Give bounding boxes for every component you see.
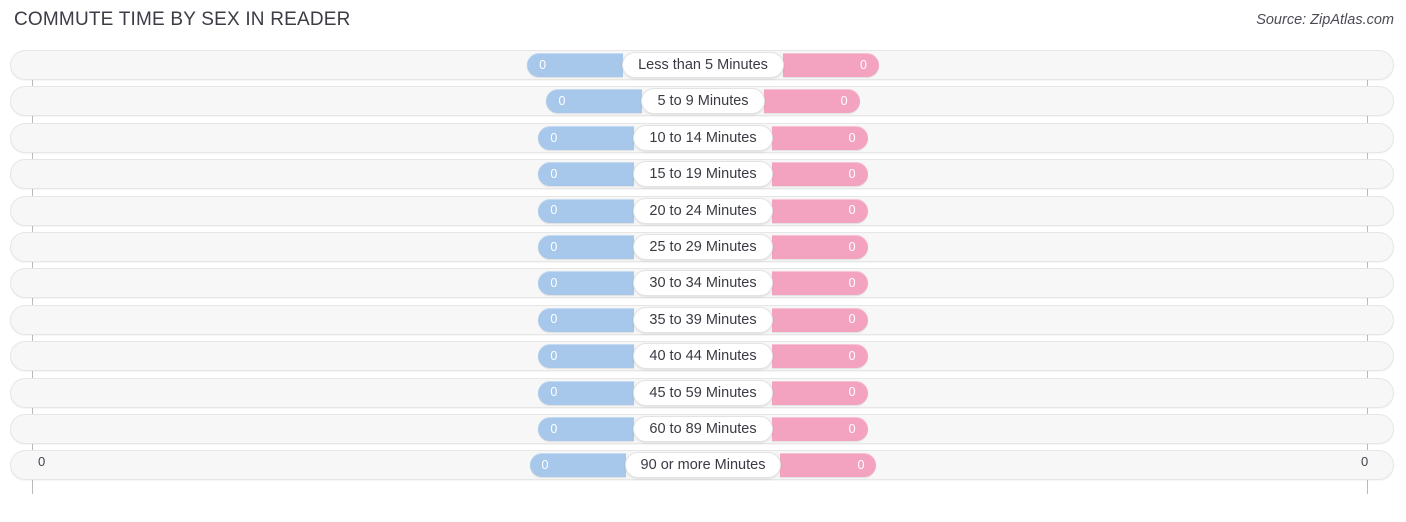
bar-male[interactable]: 0 <box>538 234 635 259</box>
bar-male[interactable]: 0 <box>538 162 635 187</box>
bar-row: 0 20 to 24 Minutes 0 <box>0 195 1406 226</box>
bar-value-male: 0 <box>550 166 558 181</box>
bar-value-female: 0 <box>848 385 856 400</box>
bar-rows: 0 Less than 5 Minutes 0 0 5 to 9 Minutes 0 0 10… <box>0 50 1406 487</box>
bar-value-male: 0 <box>558 94 566 109</box>
bar-male[interactable]: 0 <box>538 380 635 405</box>
bar-row: 0 5 to 9 Minutes 0 <box>0 86 1406 117</box>
category-label: 45 to 59 Minutes <box>649 384 757 401</box>
category-label-pill: 40 to 44 Minutes <box>633 343 773 370</box>
bar-row: 0 30 to 34 Minutes 0 <box>0 268 1406 299</box>
category-label-pill: 20 to 24 Minutes <box>633 197 773 224</box>
bar-group: 0 15 to 19 Minutes 0 <box>0 159 1406 189</box>
category-label: 35 to 39 Minutes <box>649 311 757 328</box>
bar-group: 0 10 to 14 Minutes 0 <box>0 123 1406 153</box>
bar-value-female: 0 <box>848 276 856 291</box>
bar-value-male: 0 <box>550 421 558 436</box>
category-label-pill: 10 to 14 Minutes <box>633 124 773 151</box>
bar-value-male: 0 <box>539 57 547 72</box>
bar-value-female: 0 <box>848 421 856 436</box>
bar-value-male: 0 <box>550 312 558 327</box>
bar-group: 0 40 to 44 Minutes 0 <box>0 341 1406 371</box>
bar-group: 0 35 to 39 Minutes 0 <box>0 305 1406 335</box>
bar-female[interactable]: 0 <box>763 89 860 114</box>
bar-female[interactable]: 0 <box>771 234 868 259</box>
category-label: 10 to 14 Minutes <box>649 129 757 146</box>
category-label-pill: 15 to 19 Minutes <box>633 161 773 188</box>
category-label: Less than 5 Minutes <box>638 57 768 73</box>
bar-row: 0 45 to 59 Minutes 0 <box>0 377 1406 408</box>
chart-header: COMMUTE TIME BY SEX IN READER Source: Zi… <box>0 0 1406 44</box>
bar-value-male: 0 <box>550 239 558 254</box>
bar-value-female: 0 <box>848 130 856 145</box>
bar-male[interactable]: 0 <box>546 89 643 114</box>
category-label-pill: 30 to 34 Minutes <box>633 270 773 297</box>
bar-row: 0 60 to 89 Minutes 0 <box>0 413 1406 444</box>
bar-female[interactable]: 0 <box>771 344 868 369</box>
bar-value-female: 0 <box>848 312 856 327</box>
bar-male[interactable]: 0 <box>538 307 635 332</box>
category-label-pill: 25 to 29 Minutes <box>633 233 773 260</box>
bar-value-female: 0 <box>848 166 856 181</box>
bar-group: 0 25 to 29 Minutes 0 <box>0 232 1406 262</box>
category-label-pill: 5 to 9 Minutes <box>641 88 765 115</box>
bar-male[interactable]: 0 <box>538 344 635 369</box>
bar-group: 0 5 to 9 Minutes 0 <box>0 86 1406 116</box>
bar-value-male: 0 <box>550 203 558 218</box>
bar-row: 0 10 to 14 Minutes 0 <box>0 122 1406 153</box>
bar-value-male: 0 <box>550 385 558 400</box>
category-label: 20 to 24 Minutes <box>649 202 757 219</box>
bar-value-male: 0 <box>550 348 558 363</box>
category-label-pill: Less than 5 Minutes <box>622 52 784 78</box>
bar-row: 0 40 to 44 Minutes 0 <box>0 341 1406 372</box>
bar-group: 0 60 to 89 Minutes 0 <box>0 414 1406 444</box>
bar-value-male: 0 <box>550 276 558 291</box>
category-label: 30 to 34 Minutes <box>649 275 757 292</box>
bar-female[interactable]: 0 <box>771 307 868 332</box>
bar-male[interactable]: 0 <box>538 125 635 150</box>
bar-group: 0 45 to 59 Minutes 0 <box>0 378 1406 408</box>
category-label-pill: 45 to 59 Minutes <box>633 379 773 406</box>
category-label-pill: 60 to 89 Minutes <box>633 415 773 442</box>
bar-value-female: 0 <box>840 94 848 109</box>
bar-row: 0 Less than 5 Minutes 0 <box>0 50 1406 80</box>
category-label: 25 to 29 Minutes <box>649 238 757 255</box>
bar-female[interactable]: 0 <box>771 271 868 296</box>
bar-male[interactable]: 0 <box>527 53 624 77</box>
category-label: 5 to 9 Minutes <box>657 93 749 110</box>
category-label-pill: 35 to 39 Minutes <box>633 306 773 333</box>
bar-group: 0 20 to 24 Minutes 0 <box>0 196 1406 226</box>
category-label-pill: 90 or more Minutes <box>624 452 782 479</box>
bar-female[interactable]: 0 <box>782 53 879 77</box>
bar-value-female: 0 <box>848 348 856 363</box>
bar-female[interactable]: 0 <box>771 162 868 187</box>
category-label: 15 to 19 Minutes <box>649 166 757 183</box>
bar-male[interactable]: 0 <box>538 198 635 223</box>
category-label: 40 to 44 Minutes <box>649 348 757 365</box>
bar-male[interactable]: 0 <box>538 416 635 441</box>
category-label: 90 or more Minutes <box>640 457 766 474</box>
bar-row: 0 15 to 19 Minutes 0 <box>0 159 1406 190</box>
bar-female[interactable]: 0 <box>771 198 868 223</box>
bar-value-male: 0 <box>550 130 558 145</box>
bar-group: 0 Less than 5 Minutes 0 <box>0 50 1406 80</box>
page-title: COMMUTE TIME BY SEX IN READER <box>14 9 351 30</box>
bar-group: 0 30 to 34 Minutes 0 <box>0 268 1406 298</box>
bar-value-female: 0 <box>848 203 856 218</box>
bar-male[interactable]: 0 <box>538 271 635 296</box>
bar-row: 0 25 to 29 Minutes 0 <box>0 231 1406 262</box>
bar-female[interactable]: 0 <box>771 416 868 441</box>
source-attribution: Source: ZipAtlas.com <box>1256 12 1394 28</box>
bar-female[interactable]: 0 <box>771 380 868 405</box>
bar-value-female: 0 <box>859 57 867 72</box>
category-label: 60 to 89 Minutes <box>649 420 757 437</box>
bar-female[interactable]: 0 <box>771 125 868 150</box>
bar-value-female: 0 <box>848 239 856 254</box>
bar-row: 0 35 to 39 Minutes 0 <box>0 304 1406 335</box>
